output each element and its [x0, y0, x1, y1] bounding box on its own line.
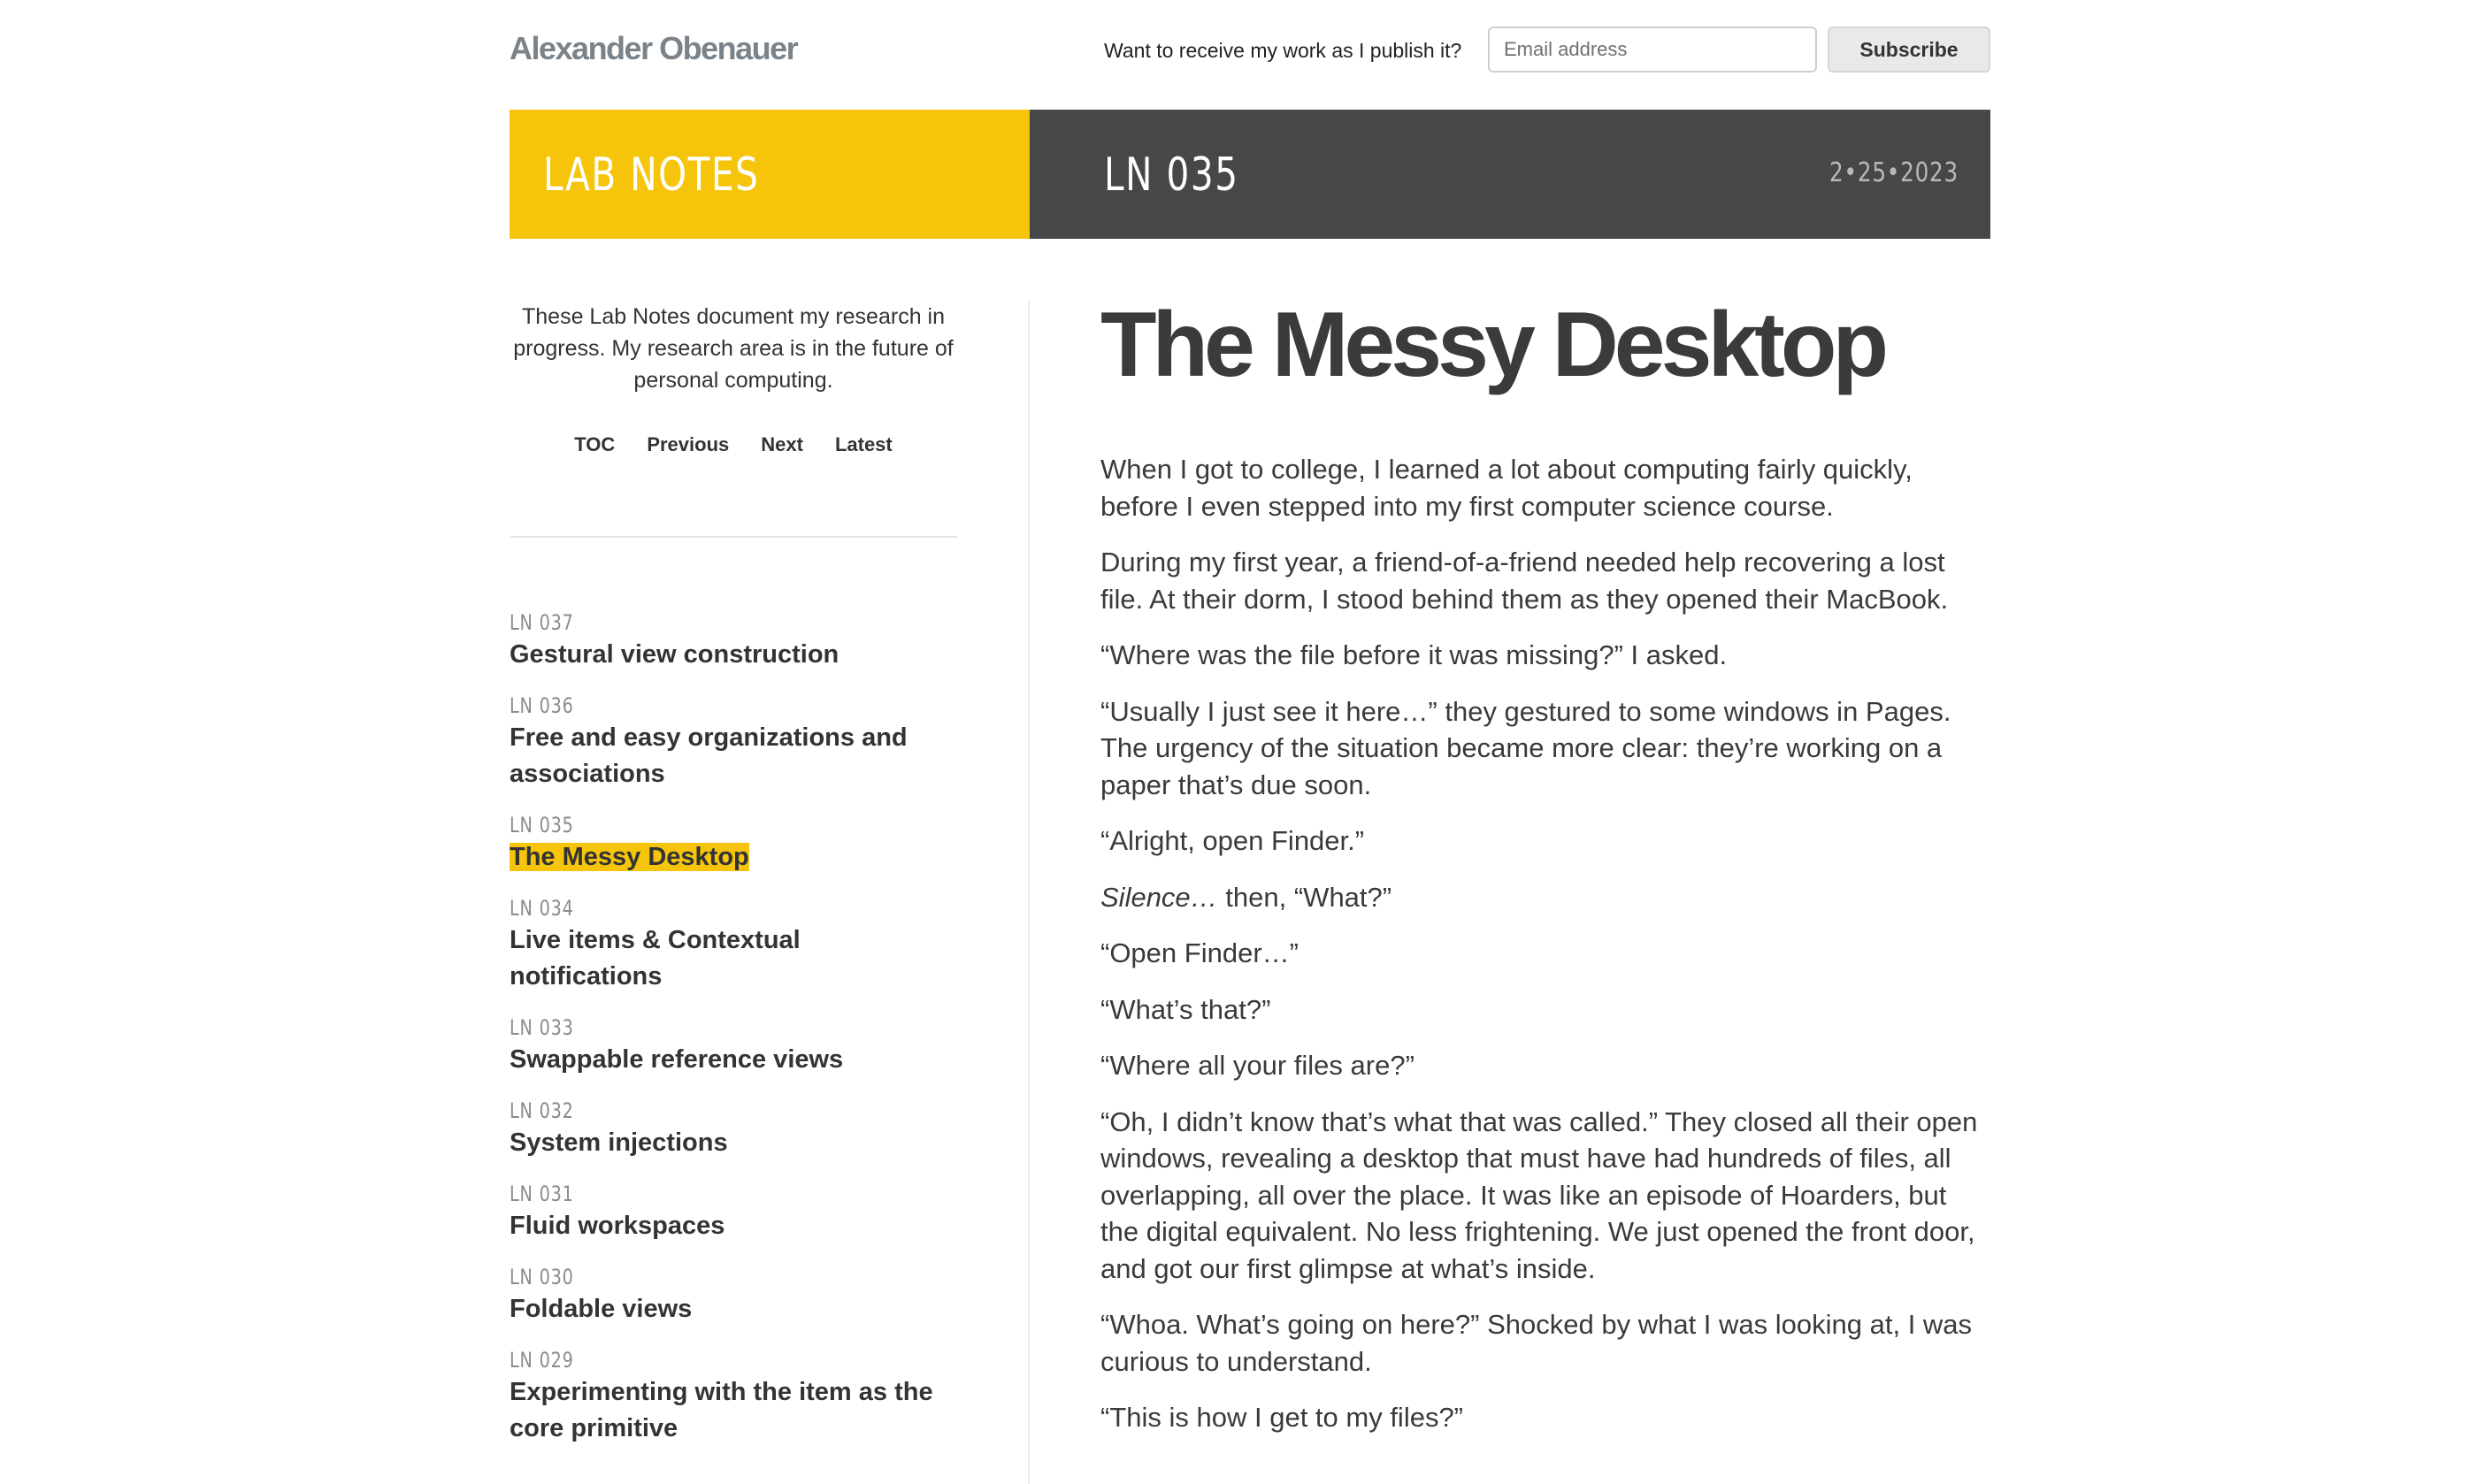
note-title-link-current[interactable]: The Messy Desktop — [510, 843, 749, 871]
note-item: LN 030 Foldable views — [510, 1265, 957, 1327]
note-code: LN 033 — [510, 1015, 574, 1040]
note-date: 2•25•2023 — [1829, 157, 1959, 188]
note-banner: LN 035 2•25•2023 — [1030, 110, 1990, 239]
article-paragraph: “This is how I get to my files?” — [1100, 1402, 1464, 1433]
article-paragraph: During my first year, a friend-of-a-frie… — [1100, 547, 1949, 615]
top-bar: Alexander Obenauer Want to receive my wo… — [510, 0, 1990, 97]
notes-list: LN 037 Gestural view construction LN 036… — [510, 610, 957, 1467]
silence-rest: then, “What?” — [1217, 881, 1392, 913]
article-paragraph: “Oh, I didn’t know that’s what that was … — [1100, 1105, 1978, 1284]
note-code: LN 029 — [510, 1348, 574, 1373]
article-paragraph: When I got to college, I learned a lot a… — [1100, 454, 1913, 522]
note-code: LN 034 — [510, 896, 574, 921]
note-code: LN 032 — [510, 1098, 574, 1123]
silence-italic: Silence… — [1100, 881, 1218, 913]
note-code: LN 037 — [510, 610, 574, 635]
section-banner: LAB NOTES — [510, 110, 1030, 239]
article-title: The Messy Desktop — [1100, 294, 1889, 396]
note-code: LN 030 — [510, 1265, 574, 1289]
banner: LAB NOTES LN 035 2•25•2023 — [510, 110, 1990, 239]
article-body: When I got to college, I learned a lot a… — [1100, 451, 1985, 1456]
article-paragraph: Silence… then, “What?” — [1100, 879, 1985, 916]
note-id: LN 035 — [1104, 149, 1239, 202]
article-paragraph: “Where was the file before it was missin… — [1100, 639, 1728, 670]
note-item-current: LN 035 The Messy Desktop — [510, 813, 957, 876]
nav-latest-link[interactable]: Latest — [835, 433, 893, 456]
article-paragraph: “Where all your files are?” — [1100, 1050, 1414, 1081]
note-title-link[interactable]: Live items & Contextual notifications — [510, 926, 801, 991]
note-title-link[interactable]: Experimenting with the item as the core … — [510, 1378, 933, 1442]
article-paragraph: “What’s that?” — [1100, 993, 1271, 1025]
note-code: LN 031 — [510, 1182, 574, 1206]
note-title-link[interactable]: System injections — [510, 1128, 728, 1157]
email-input[interactable] — [1488, 27, 1817, 73]
note-title-link[interactable]: Gestural view construction — [510, 640, 839, 669]
sidebar-divider — [510, 536, 957, 538]
article: The Messy Desktop When I got to college,… — [1100, 292, 1990, 1433]
note-code: LN 036 — [510, 693, 574, 718]
note-item: LN 034 Live items & Contextual notificat… — [510, 896, 957, 995]
note-item: LN 037 Gestural view construction — [510, 610, 957, 673]
site-brand[interactable]: Alexander Obenauer — [510, 30, 799, 67]
subscribe-prompt: Want to receive my work as I publish it? — [1104, 39, 1462, 62]
subscribe-button[interactable]: Subscribe — [1828, 27, 1990, 73]
sidebar-nav: TOC Previous Next Latest — [510, 433, 957, 456]
article-paragraph: “Usually I just see it here…” they gestu… — [1100, 695, 1951, 800]
note-title-link[interactable]: Foldable views — [510, 1295, 692, 1323]
column-divider — [1028, 301, 1030, 1484]
nav-previous-link[interactable]: Previous — [647, 433, 729, 456]
nav-toc-link[interactable]: TOC — [574, 433, 615, 456]
note-title-link[interactable]: Fluid workspaces — [510, 1212, 724, 1240]
article-paragraph: “Alright, open Finder.” — [1100, 825, 1365, 856]
note-item: LN 032 System injections — [510, 1098, 957, 1161]
sidebar-intro: These Lab Notes document my research in … — [513, 304, 954, 393]
article-paragraph: “Open Finder…” — [1100, 937, 1299, 968]
note-item: LN 031 Fluid workspaces — [510, 1182, 957, 1244]
note-title-link[interactable]: Swappable reference views — [510, 1045, 843, 1074]
note-item: LN 036 Free and easy organizations and a… — [510, 693, 957, 792]
note-item: LN 029 Experimenting with the item as th… — [510, 1348, 957, 1447]
note-item: LN 033 Swappable reference views — [510, 1015, 957, 1078]
note-title-link[interactable]: Free and easy organizations and associat… — [510, 723, 908, 788]
note-code: LN 035 — [510, 813, 574, 838]
nav-next-link[interactable]: Next — [761, 433, 803, 456]
article-paragraph: “Whoa. What’s going on here?” Shocked by… — [1100, 1309, 1973, 1377]
section-title[interactable]: LAB NOTES — [543, 149, 759, 202]
